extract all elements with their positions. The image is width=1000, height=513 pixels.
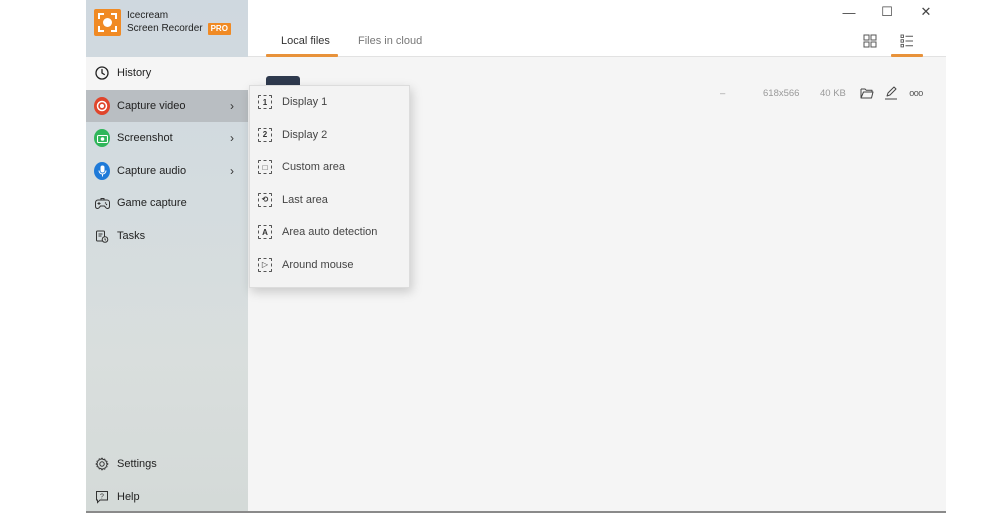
custom-area-icon: □ <box>258 160 272 175</box>
submenu-item-label: Display 2 <box>282 128 328 141</box>
edit-button[interactable] <box>883 85 899 101</box>
tab-local-files[interactable]: Local files <box>281 35 330 47</box>
submenu-item-label: Area auto detection <box>282 226 378 239</box>
sidebar-item-game-capture[interactable]: Game capture <box>86 187 248 220</box>
clock-icon <box>94 65 110 81</box>
gear-icon <box>94 456 110 472</box>
submenu-item-around-mouse[interactable]: ▷ Around mouse <box>250 249 409 282</box>
microphone-icon <box>94 161 110 180</box>
sidebar-item-label: Screenshot <box>117 132 173 145</box>
sidebar-item-settings[interactable]: Settings <box>86 448 248 481</box>
app-logo-icon <box>94 8 121 36</box>
pencil-icon <box>885 86 897 100</box>
sidebar-item-capture-video[interactable]: Capture video › <box>86 89 248 122</box>
sidebar-item-label: Help <box>117 490 140 503</box>
submenu-item-display-2[interactable]: 2 Display 2 <box>250 119 409 152</box>
submenu-item-display-1[interactable]: 1 Display 1 <box>250 86 409 119</box>
sidebar-item-label: History <box>117 67 152 80</box>
tasks-icon <box>94 228 110 244</box>
list-view-button[interactable] <box>898 32 916 50</box>
display-1-icon: 1 <box>258 95 272 110</box>
header: Local files Files in cloud — ☐ ✕ <box>248 0 946 57</box>
record-icon <box>94 96 110 115</box>
camera-icon <box>94 129 110 148</box>
sidebar-item-label: Game capture <box>117 197 187 210</box>
minimize-button[interactable]: — <box>841 4 857 20</box>
submenu-item-label: Last area <box>282 193 328 206</box>
around-mouse-icon: ▷ <box>258 257 272 272</box>
sidebar-item-label: Settings <box>117 458 157 471</box>
submenu-item-last-area[interactable]: ⟲ Last area <box>250 184 409 217</box>
grid-view-button[interactable] <box>861 32 879 50</box>
sidebar-item-capture-audio[interactable]: Capture audio › <box>86 155 248 188</box>
last-area-icon: ⟲ <box>258 192 272 207</box>
sidebar-item-help[interactable]: ? Help <box>86 481 248 513</box>
sidebar-item-screenshot[interactable]: Screenshot › <box>86 122 248 155</box>
submenu-item-custom-area[interactable]: □ Custom area <box>250 151 409 184</box>
sidebar-item-label: Capture video <box>117 99 186 112</box>
folder-icon <box>860 88 874 99</box>
sidebar-item-label: Capture audio <box>117 164 187 177</box>
file-resolution: 618x566 <box>763 88 800 99</box>
app-name-line2: Screen Recorder <box>127 23 203 34</box>
gamepad-icon <box>94 195 110 211</box>
help-icon: ? <box>94 489 110 505</box>
sidebar-item-history[interactable]: History <box>86 57 248 90</box>
area-auto-detection-icon: A <box>258 225 272 240</box>
submenu-item-label: Around mouse <box>282 258 354 271</box>
sidebar-nav: History Capture video › Screenshot › Cap… <box>86 57 248 252</box>
tab-files-in-cloud[interactable]: Files in cloud <box>358 35 422 47</box>
active-view-indicator <box>891 54 923 57</box>
sidebar-item-tasks[interactable]: Tasks <box>86 220 248 253</box>
submenu-item-label: Custom area <box>282 161 345 174</box>
capture-video-submenu: 1 Display 1 2 Display 2 □ Custom area ⟲ … <box>249 85 410 288</box>
sidebar-item-label: Tasks <box>117 229 146 242</box>
more-options-button[interactable]: ooo <box>906 85 926 101</box>
submenu-item-label: Display 1 <box>282 96 328 109</box>
file-size: 40 KB <box>820 88 846 99</box>
maximize-button[interactable]: ☐ <box>879 4 895 20</box>
submenu-item-area-auto-detection[interactable]: A Area auto detection <box>250 216 409 249</box>
app-brand: Icecream Screen Recorder PRO <box>94 8 231 36</box>
app-window: Icecream Screen Recorder PRO History Cap… <box>86 0 946 513</box>
sidebar-bottom: Settings ? Help <box>86 448 248 513</box>
app-name-line1: Icecream <box>127 10 169 21</box>
file-duration: – <box>720 88 726 99</box>
grid-view-icon <box>863 34 877 48</box>
display-2-icon: 2 <box>258 127 272 142</box>
chevron-right-icon: › <box>230 98 234 113</box>
svg-text:?: ? <box>100 493 104 500</box>
list-view-icon <box>900 34 913 48</box>
sidebar: Icecream Screen Recorder PRO History Cap… <box>86 0 248 511</box>
chevron-right-icon: › <box>230 163 234 178</box>
pro-badge: PRO <box>207 22 231 35</box>
active-tab-indicator <box>266 54 338 57</box>
chevron-right-icon: › <box>230 131 234 146</box>
open-folder-button[interactable] <box>859 85 875 101</box>
close-button[interactable]: ✕ <box>918 4 934 20</box>
